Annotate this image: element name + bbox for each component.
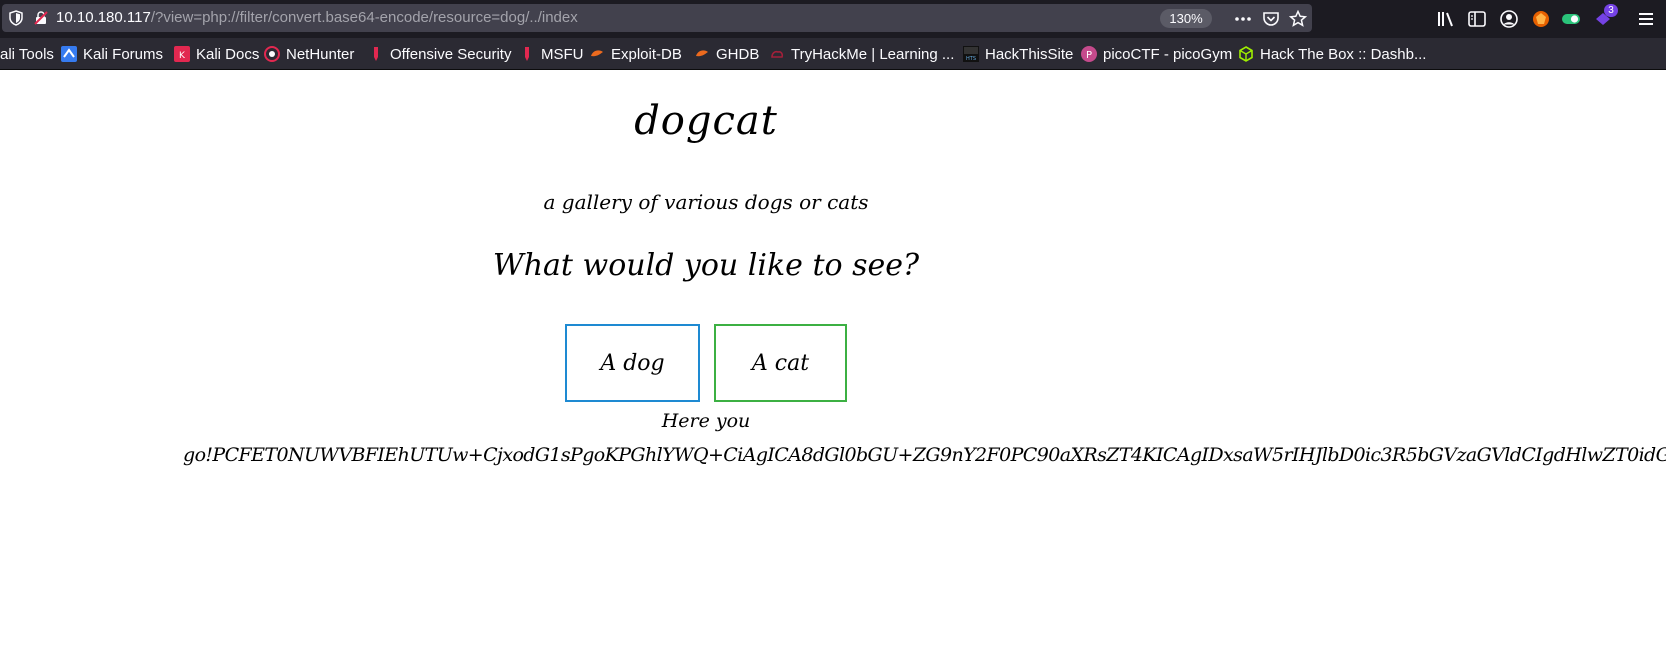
bookmark-msfu[interactable]: MSFU xyxy=(519,44,584,64)
kali-forums-icon xyxy=(61,46,77,62)
bookmarks-bar: ali Tools Kali Forums K Kali Docs NetHun… xyxy=(0,38,1666,70)
base64-output: go!PCFET0NUWVBFIEhUTUw+CjxodG1sPgoKPGhlY… xyxy=(183,444,1666,466)
bookmark-star-icon[interactable] xyxy=(1289,10,1307,28)
bookmark-label: NetHunter xyxy=(286,45,355,63)
url-bar[interactable]: 10.10.180.117/?view=php://filter/convert… xyxy=(2,4,1312,32)
bookmark-kali-forums[interactable]: Kali Forums xyxy=(61,44,163,64)
offsec-icon xyxy=(374,47,378,61)
bookmark-offensive-security[interactable]: Offensive Security xyxy=(368,44,511,64)
hamburger-menu-icon[interactable] xyxy=(1636,9,1656,29)
sidebar-icon[interactable] xyxy=(1467,9,1487,29)
nethunter-icon xyxy=(264,46,280,62)
result-caption: Here you xyxy=(661,410,751,432)
extension-badge: 3 xyxy=(1604,4,1618,17)
bookmark-label: Kali Forums xyxy=(83,45,164,63)
dog-button-label: A dog xyxy=(600,350,665,376)
pocket-icon[interactable] xyxy=(1262,10,1280,28)
more-actions-icon[interactable] xyxy=(1234,10,1252,28)
cat-button[interactable]: A cat xyxy=(714,324,847,402)
tryhackme-icon xyxy=(771,50,784,58)
page-content: dogcat a gallery of various dogs or cats… xyxy=(0,70,1666,669)
bookmark-label: Kali Docs xyxy=(196,45,260,63)
msfu-icon xyxy=(525,47,529,61)
bookmark-nethunter[interactable]: NetHunter xyxy=(264,44,354,64)
dog-button[interactable]: A dog xyxy=(565,324,700,402)
bookmark-label: HackThisSite xyxy=(985,45,1074,63)
bookmark-hackthissite[interactable]: HTS HackThisSite xyxy=(963,44,1073,64)
kali-docs-icon: K xyxy=(174,46,190,62)
hackthissite-icon: HTS xyxy=(963,46,979,62)
bookmark-exploit-db[interactable]: Exploit-DB xyxy=(589,44,682,64)
bookmark-label: GHDB xyxy=(716,45,760,63)
bookmark-hackthebox[interactable]: Hack The Box :: Dashb... xyxy=(1238,44,1426,64)
bookmark-tryhackme[interactable]: TryHackMe | Learning ... xyxy=(769,44,954,64)
picoctf-icon: P xyxy=(1081,46,1097,62)
svg-text:HTS: HTS xyxy=(966,56,976,62)
hackthebox-icon xyxy=(1239,46,1253,62)
bookmark-label: TryHackMe | Learning ... xyxy=(791,45,955,63)
tracking-shield-icon[interactable] xyxy=(8,10,24,26)
question-heading: What would you like to see? xyxy=(492,248,920,283)
bookmark-label: picoCTF - picoGym xyxy=(1103,45,1233,63)
url-text[interactable]: 10.10.180.117/?view=php://filter/convert… xyxy=(56,9,578,27)
toggle-extension-icon[interactable] xyxy=(1561,9,1581,29)
bookmark-label: Hack The Box :: Dashb... xyxy=(1260,45,1427,63)
zoom-level[interactable]: 130% xyxy=(1160,9,1212,28)
bookmark-label: Exploit-DB xyxy=(611,45,682,63)
url-host: 10.10.180.117 xyxy=(56,9,151,26)
bookmark-label: Offensive Security xyxy=(390,45,512,63)
library-icon[interactable] xyxy=(1436,9,1456,29)
page-subtitle: a gallery of various dogs or cats xyxy=(543,190,869,214)
page-title: dogcat xyxy=(634,98,778,144)
bookmark-label: ali Tools xyxy=(0,45,54,63)
foxyproxy-icon[interactable] xyxy=(1531,9,1551,29)
bookmark-ghdb[interactable]: GHDB xyxy=(694,44,759,64)
bookmark-kali-docs[interactable]: K Kali Docs xyxy=(174,44,259,64)
bookmark-picoctf[interactable]: P picoCTF - picoGym xyxy=(1081,44,1232,64)
ghdb-icon xyxy=(696,50,708,57)
browser-navbar: 10.10.180.117/?view=php://filter/convert… xyxy=(0,0,1666,38)
bookmark-label: MSFU xyxy=(541,45,584,63)
url-path: /?view=php://filter/convert.base64-encod… xyxy=(150,9,578,26)
cat-button-label: A cat xyxy=(751,350,810,376)
account-icon[interactable] xyxy=(1499,9,1519,29)
exploitdb-icon xyxy=(591,50,603,57)
bookmark-kali-tools[interactable]: ali Tools xyxy=(0,44,54,64)
svg-text:P: P xyxy=(1086,50,1092,61)
insecure-lock-icon[interactable] xyxy=(34,11,48,25)
